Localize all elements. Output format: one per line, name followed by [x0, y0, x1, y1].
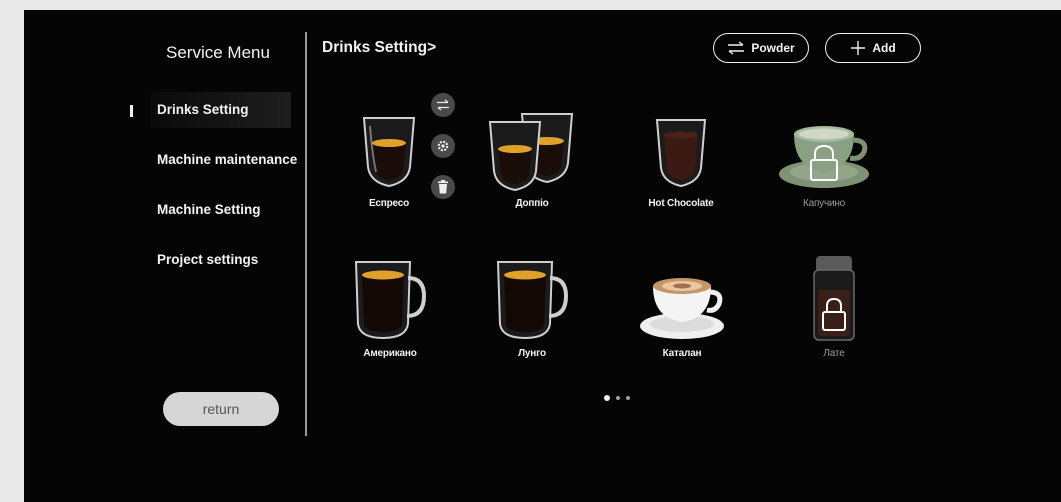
sidebar-item-project-settings[interactable]: Project settings [157, 252, 258, 267]
catalan-cup-icon [622, 250, 742, 342]
lungo-mug-icon [496, 261, 569, 340]
screen: Service Menu Drinks Setting Machine main… [24, 10, 1061, 502]
drink-name: Лате [823, 348, 845, 359]
active-marker [130, 105, 133, 117]
cappuccino-cup-icon [779, 126, 869, 188]
drink-tile-lungo[interactable]: Лунго [472, 250, 592, 359]
pagination [604, 395, 630, 401]
espresso-glass-icon [362, 117, 416, 188]
page-title: Drinks Setting> [322, 39, 437, 56]
latte-jar-icon [813, 256, 855, 341]
drink-name: Капучино [802, 198, 846, 209]
drink-tile-espresso[interactable]: Еспресо [329, 102, 449, 209]
drink-tile-doppio[interactable]: Доппіо [472, 102, 592, 209]
plus-icon [851, 41, 866, 55]
doppio-glasses-icon [488, 113, 574, 192]
sidebar-item-label: Project settings [157, 252, 259, 267]
drink-name: Еспресо [368, 198, 410, 209]
powder-button[interactable]: Powder [713, 33, 809, 63]
page-dot-3[interactable] [626, 396, 630, 400]
page-dot-1[interactable] [604, 395, 610, 401]
cappuccino-cup-icon [764, 102, 884, 192]
sidebar-item-label: Machine maintenance [157, 152, 298, 167]
catalan-cup-icon [640, 278, 724, 339]
drink-name: Лунго [518, 348, 546, 359]
drink-tile-hot-chocolate[interactable]: Hot Chocolate [621, 102, 741, 209]
americano-mug-icon [330, 250, 450, 342]
lungo-mug-icon [472, 250, 592, 342]
drink-name: Hot Chocolate [648, 198, 714, 209]
latte-jar-icon [774, 250, 894, 342]
doppio-glasses-icon [472, 102, 592, 192]
espresso-glass-icon [329, 102, 449, 192]
sidebar-title: Service Menu [166, 43, 270, 62]
divider [305, 32, 307, 436]
sidebar-item-machine-setting[interactable]: Machine Setting [157, 202, 261, 217]
sidebar-item-label: Machine Setting [157, 202, 261, 217]
americano-mug-icon [354, 261, 427, 340]
drink-name: Каталан [662, 348, 702, 359]
sidebar-item-label: Drinks Setting [157, 102, 249, 117]
sidebar-item-drinks-setting[interactable]: Drinks Setting [151, 92, 291, 128]
swap-icon [728, 41, 745, 55]
add-label: Add [872, 41, 896, 55]
drink-name: Доппіо [515, 198, 549, 209]
drink-tile-cappuccino[interactable]: Капучино [764, 102, 884, 209]
add-button[interactable]: Add [825, 33, 921, 63]
drink-tile-catalan[interactable]: Каталан [622, 250, 742, 359]
sidebar-item-machine-maintenance[interactable]: Machine maintenance [157, 152, 297, 167]
drink-tile-americano[interactable]: Американо [330, 250, 450, 359]
powder-label: Powder [751, 41, 795, 55]
hot-chocolate-glass-icon [655, 119, 707, 188]
page-dot-2[interactable] [616, 396, 620, 400]
return-button[interactable]: return [163, 392, 279, 426]
drink-tile-latte[interactable]: Лате [774, 250, 894, 359]
drink-name: Американо [363, 348, 417, 359]
hot-chocolate-glass-icon [621, 102, 741, 192]
